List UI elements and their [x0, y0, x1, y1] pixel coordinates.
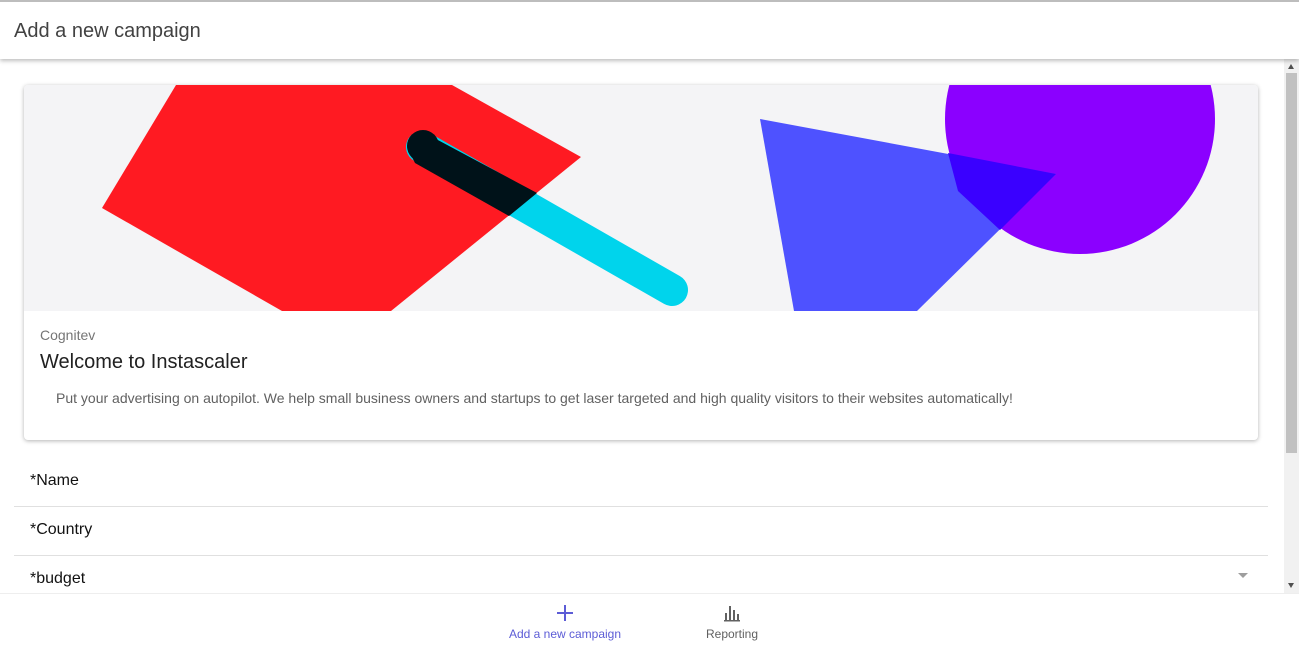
page-title: Add a new campaign	[14, 20, 201, 42]
country-field-label: *Country	[30, 521, 93, 538]
country-field[interactable]: *Country	[14, 507, 1268, 556]
dropdown-arrow-icon[interactable]	[1238, 573, 1248, 578]
vertical-scrollbar[interactable]	[1284, 59, 1299, 593]
nav-add-campaign-button[interactable]: Add a new campaign	[500, 594, 630, 646]
nav-reporting-label: Reporting	[705, 627, 759, 641]
name-field-label: *Name	[30, 472, 79, 489]
hero-shapes-graphic	[102, 85, 1215, 311]
company-name: Cognitev	[40, 327, 96, 343]
scroll-up-arrow-icon[interactable]	[1288, 64, 1294, 69]
budget-select[interactable]: *budget	[14, 556, 1268, 593]
budget-field-label: *budget	[30, 570, 86, 587]
nav-add-campaign-label: Add a new campaign	[508, 627, 622, 641]
bar-chart-icon	[724, 606, 740, 622]
app-header: Add a new campaign	[0, 0, 1299, 59]
card-description: Put your advertising on autopilot. We he…	[56, 390, 1013, 406]
card-title: Welcome to Instascaler	[40, 351, 248, 373]
welcome-card: Cognitev Welcome to Instascaler Put your…	[24, 85, 1258, 440]
scrollbar-thumb[interactable]	[1286, 73, 1297, 453]
hero-illustration	[24, 85, 1258, 311]
name-field[interactable]: *Name	[14, 458, 1268, 507]
bottom-navigation: Add a new campaign Reporting	[0, 593, 1299, 645]
nav-reporting-button[interactable]: Reporting	[693, 594, 771, 646]
scroll-down-arrow-icon[interactable]	[1288, 583, 1294, 588]
plus-icon	[557, 605, 573, 621]
black-cap-shape	[407, 130, 439, 162]
main-content[interactable]: Cognitev Welcome to Instascaler Put your…	[0, 59, 1284, 593]
